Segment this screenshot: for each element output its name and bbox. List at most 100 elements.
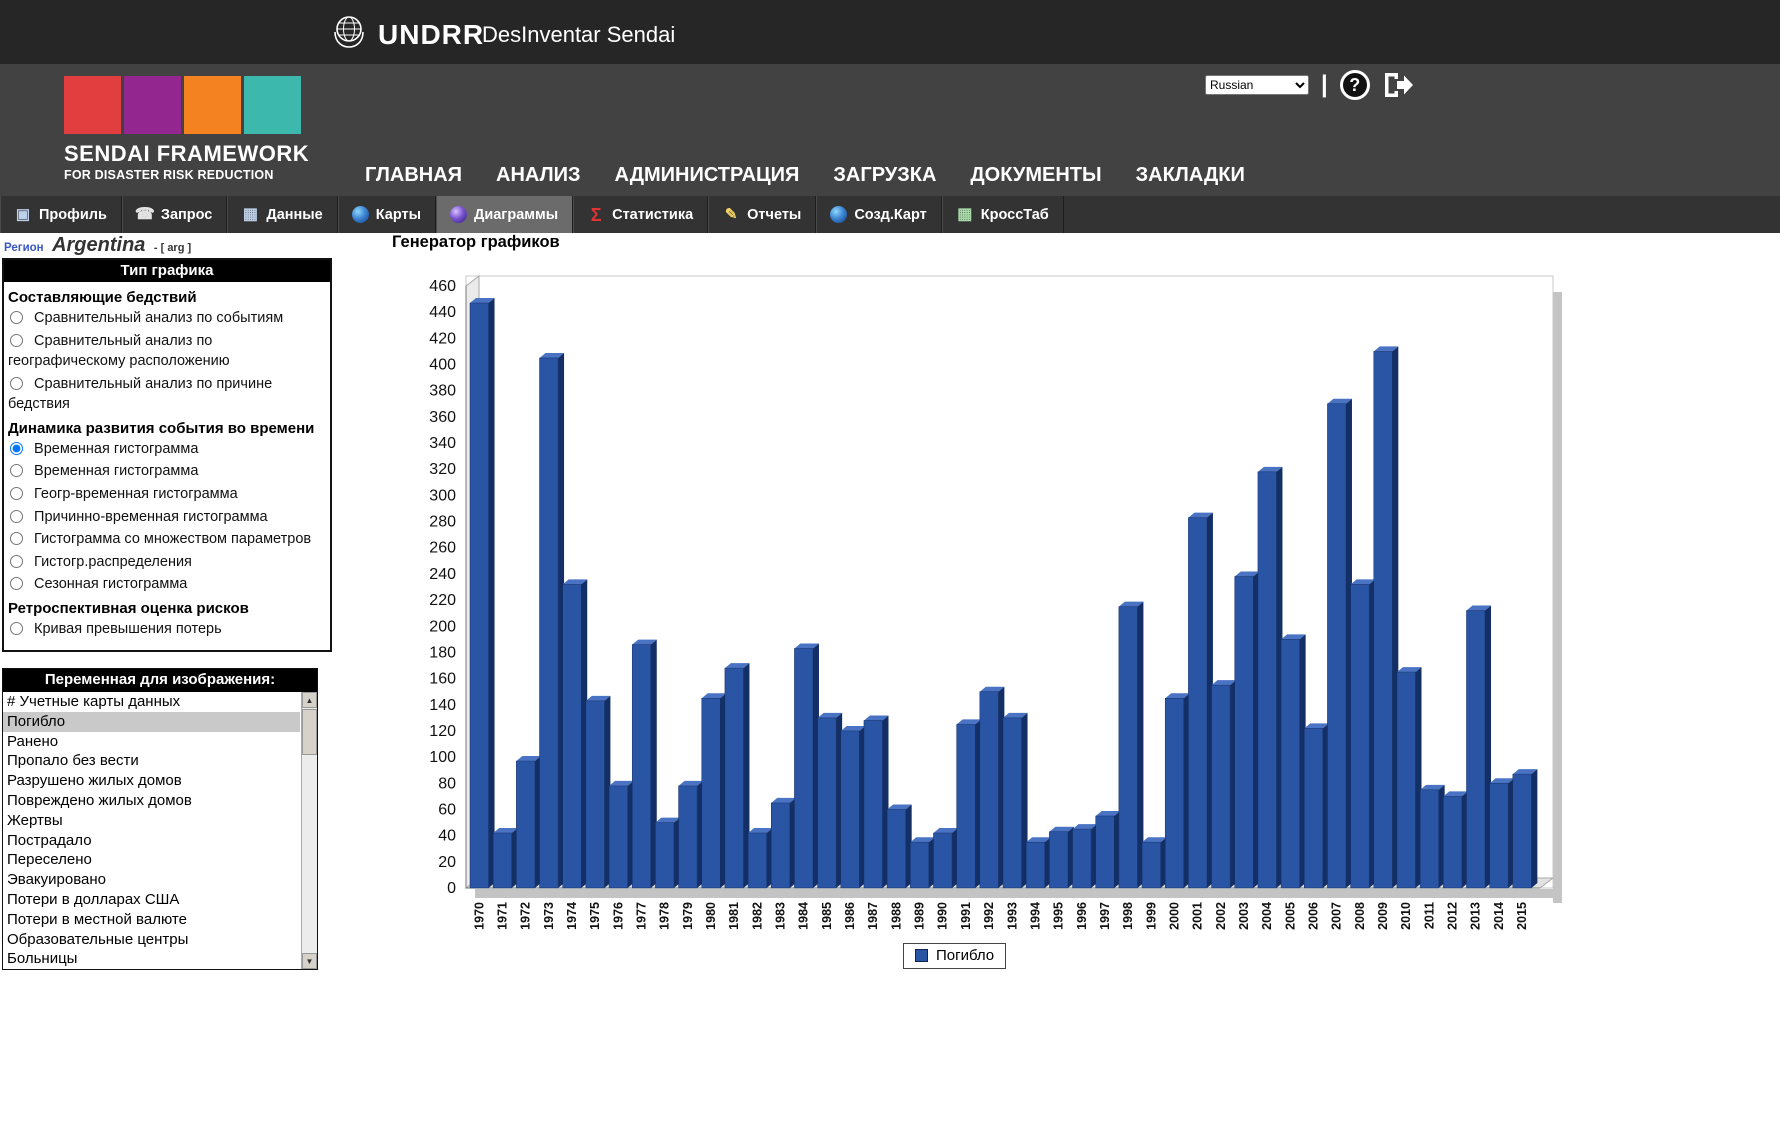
svg-text:1989: 1989 [913, 902, 927, 930]
group-heading: Составляющие бедствий [8, 289, 325, 306]
svg-text:180: 180 [429, 644, 456, 661]
nav-item-home[interactable]: ГЛАВНАЯ [365, 164, 462, 187]
svg-text:320: 320 [429, 461, 456, 478]
svg-text:2007: 2007 [1330, 902, 1344, 930]
chart-type-panel-title: Тип графика [4, 260, 330, 282]
option-label: Причинно-временная гистограмма [34, 509, 268, 525]
radio-button[interactable] [10, 442, 23, 455]
variable-list-item[interactable]: Пропало без вести [3, 751, 300, 771]
radio-button[interactable] [10, 532, 23, 545]
legend-label: Погибло [936, 947, 994, 964]
tab-mapmaker[interactable]: Созд.Карт [816, 196, 941, 233]
nav-item-documents[interactable]: ДОКУМЕНТЫ [970, 164, 1101, 187]
variable-list-item[interactable]: Потери в местной валюте [3, 910, 300, 930]
variable-list-item[interactable]: Переселено [3, 850, 300, 870]
help-icon[interactable]: ? [1340, 70, 1370, 100]
variable-list-item[interactable]: Погибло [3, 712, 300, 732]
svg-text:1982: 1982 [750, 902, 764, 930]
variable-list-item[interactable]: Потери в долларах США [3, 890, 300, 910]
variable-list-item[interactable]: Пострадало [3, 831, 300, 851]
svg-text:2013: 2013 [1469, 902, 1483, 930]
tab-statistics[interactable]: Σ Статистика [573, 196, 708, 233]
nav-item-bookmarks[interactable]: ЗАКЛАДКИ [1136, 164, 1245, 187]
variable-list-item[interactable]: # Учетные карты данных [3, 692, 300, 712]
region-name: Argentina [52, 234, 145, 256]
tab-charts[interactable]: Диаграммы [436, 196, 573, 233]
region-code: - [ arg ] [154, 242, 191, 254]
chart-type-option[interactable]: Сезонная гистограмма [8, 574, 325, 595]
svg-text:440: 440 [429, 304, 456, 321]
radio-button[interactable] [10, 510, 23, 523]
nav-item-upload[interactable]: ЗАГРУЗКА [833, 164, 936, 187]
option-label: Временная гистограмма [34, 463, 198, 479]
chart-type-option[interactable]: Временная гистограмма [8, 439, 325, 460]
svg-text:1997: 1997 [1098, 902, 1112, 930]
tab-crosstab[interactable]: ▦ КроссТаб [942, 196, 1064, 233]
radio-button[interactable] [10, 464, 23, 477]
tab-label: Диаграммы [474, 207, 558, 223]
svg-text:1988: 1988 [889, 902, 903, 930]
svg-text:1975: 1975 [588, 902, 602, 930]
radio-button[interactable] [10, 555, 23, 568]
svg-text:1976: 1976 [611, 902, 625, 930]
chart-type-option[interactable]: Гистогр.распределения [8, 552, 325, 573]
svg-text:1993: 1993 [1005, 902, 1019, 930]
sigma-icon: Σ [587, 206, 605, 224]
svg-text:2010: 2010 [1399, 902, 1413, 930]
tab-label: Карты [376, 207, 421, 223]
svg-text:1978: 1978 [658, 902, 672, 930]
chart-type-option[interactable]: Причинно-временная гистограмма [8, 507, 325, 528]
variable-list-item[interactable]: Жертвы [3, 811, 300, 831]
radio-button[interactable] [10, 487, 23, 500]
svg-text:1983: 1983 [774, 902, 788, 930]
tab-label: КроссТаб [981, 207, 1049, 223]
un-emblem-icon [330, 13, 368, 56]
tab-label: Запрос [161, 207, 213, 223]
chart-type-option[interactable]: Геогр-временная гистограмма [8, 484, 325, 505]
svg-text:1994: 1994 [1028, 902, 1042, 930]
chart-type-option[interactable]: Временная гистограмма [8, 461, 325, 482]
svg-text:1984: 1984 [797, 902, 811, 930]
nav-item-administration[interactable]: АДМИНИСТРАЦИЯ [615, 164, 800, 187]
chart-type-panel: Тип графика Составляющие бедствий Сравни… [2, 258, 332, 652]
variable-list-item[interactable]: Повреждено жилых домов [3, 791, 300, 811]
scroll-thumb[interactable] [302, 709, 317, 755]
chart-type-option[interactable]: Сравнительный анализ по событиям [8, 308, 325, 329]
radio-button[interactable] [10, 577, 23, 590]
svg-text:1991: 1991 [959, 902, 973, 930]
svg-text:0: 0 [447, 880, 456, 897]
svg-text:2002: 2002 [1214, 902, 1228, 930]
radio-button[interactable] [10, 622, 23, 635]
svg-text:400: 400 [429, 357, 456, 374]
variable-list-item[interactable]: Разрушено жилых домов [3, 771, 300, 791]
tab-reports[interactable]: ✎ Отчеты [708, 196, 816, 233]
scroll-up-icon[interactable]: ▲ [302, 692, 317, 708]
variable-list-item[interactable]: Ранено [3, 732, 300, 752]
chart-type-option[interactable]: Сравнительный анализ по географическому … [8, 331, 325, 372]
svg-text:20: 20 [438, 854, 456, 871]
radio-button[interactable] [10, 334, 23, 347]
variable-list-item[interactable]: Образовательные центры [3, 930, 300, 950]
logout-icon[interactable] [1382, 71, 1414, 99]
tab-label: Статистика [612, 207, 693, 223]
scrollbar[interactable]: ▲ ▼ [301, 692, 317, 969]
radio-button[interactable] [10, 311, 23, 324]
language-select[interactable]: Russian [1205, 75, 1309, 95]
chart-type-option[interactable]: Гистограмма со множеством параметров [8, 529, 325, 550]
variable-list-item[interactable]: Эвакуировано [3, 870, 300, 890]
svg-text:2001: 2001 [1191, 902, 1205, 930]
variable-list-item[interactable]: Больницы [3, 949, 300, 969]
tab-data[interactable]: ▦ Данные [227, 196, 337, 233]
chart-type-option[interactable]: Кривая превышения потерь [8, 619, 325, 640]
radio-button[interactable] [10, 377, 23, 390]
tab-query[interactable]: ☎ Запрос [122, 196, 228, 233]
svg-text:140: 140 [429, 697, 456, 714]
chart-legend: Погибло [903, 943, 1006, 969]
tab-maps[interactable]: Карты [338, 196, 436, 233]
tab-profile[interactable]: ▣ Профиль [0, 196, 122, 233]
chart-type-option[interactable]: Сравнительный анализ по причине бедствия [8, 374, 325, 415]
scroll-down-icon[interactable]: ▼ [302, 953, 317, 969]
svg-text:100: 100 [429, 749, 456, 766]
svg-text:340: 340 [429, 435, 456, 452]
nav-item-analysis[interactable]: АНАЛИЗ [496, 164, 581, 187]
